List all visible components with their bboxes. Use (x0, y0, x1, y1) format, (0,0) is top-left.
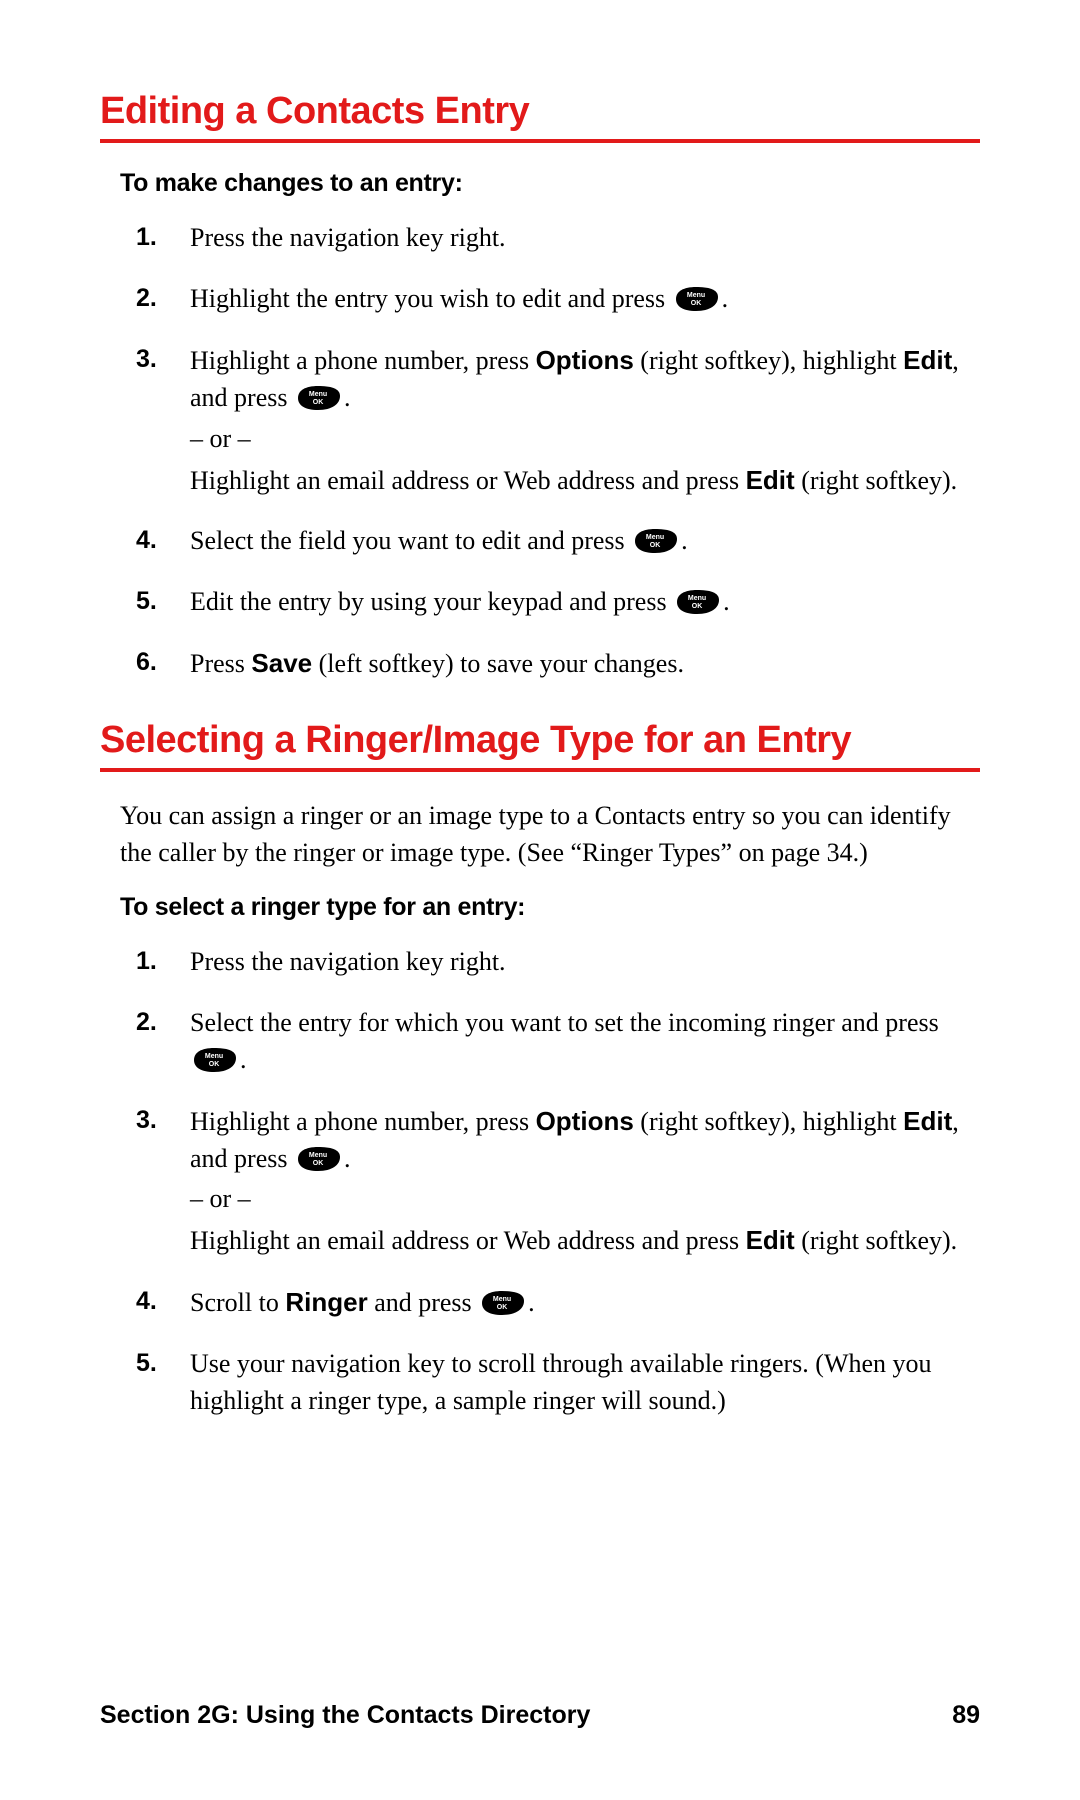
step-text: Edit the entry by using your keypad and … (190, 587, 673, 616)
step-text: . (344, 1144, 351, 1173)
page-number: 89 (952, 1701, 980, 1730)
step-5: 5.Use your navigation key to scroll thro… (136, 1346, 980, 1420)
heading-ringer-image: Selecting a Ringer/Image Type for an Ent… (100, 719, 980, 772)
step-text: and press (368, 1288, 478, 1317)
step-text: (right softkey), highlight (634, 346, 903, 375)
step-text: . (681, 526, 688, 555)
step-text: Select the entry for which you want to s… (190, 1008, 939, 1037)
menu-ok-key-icon (675, 588, 721, 616)
steps-ringer: 1.Press the navigation key right. 2.Sele… (136, 944, 980, 1420)
or-separator: – or – (190, 421, 980, 458)
heading-editing-contacts: Editing a Contacts Entry (100, 90, 980, 143)
step-text: . (528, 1288, 535, 1317)
step-4: 4.Select the field you want to edit and … (136, 523, 980, 560)
page-footer: Section 2G: Using the Contacts Directory… (100, 1701, 980, 1730)
step-text: (left softkey) to save your changes. (312, 649, 684, 678)
step-text: . (240, 1045, 247, 1074)
step-text: Highlight the entry you wish to edit and… (190, 284, 672, 313)
subheading-select-ringer: To select a ringer type for an entry: (120, 893, 980, 922)
step-text: Press (190, 649, 251, 678)
options-label: Options (536, 345, 634, 375)
edit-label: Edit (746, 1225, 795, 1255)
subheading-make-changes: To make changes to an entry: (120, 169, 980, 198)
step-text: Highlight a phone number, press (190, 346, 536, 375)
menu-ok-key-icon (192, 1046, 238, 1074)
step-5: 5.Edit the entry by using your keypad an… (136, 584, 980, 621)
step-text: (right softkey), highlight (634, 1107, 903, 1136)
edit-label: Edit (746, 465, 795, 495)
step-text: (right softkey). (795, 466, 957, 495)
step-1: 1.Press the navigation key right. (136, 944, 980, 981)
step-text: Select the field you want to edit and pr… (190, 526, 631, 555)
step-text: . (723, 587, 730, 616)
or-separator: – or – (190, 1181, 980, 1218)
save-label: Save (251, 648, 312, 678)
footer-section-label: Section 2G: Using the Contacts Directory (100, 1701, 590, 1730)
step-1: 1.Press the navigation key right. (136, 220, 980, 257)
step-text: . (344, 383, 351, 412)
step-text: Press the navigation key right. (190, 223, 506, 252)
step-text: (right softkey). (795, 1226, 957, 1255)
ringer-label: Ringer (285, 1287, 367, 1317)
steps-editing: 1.Press the navigation key right. 2.High… (136, 220, 980, 683)
step-2: 2.Highlight the entry you wish to edit a… (136, 281, 980, 318)
step-2: 2.Select the entry for which you want to… (136, 1005, 980, 1079)
menu-ok-key-icon (674, 285, 720, 313)
step-text: Highlight an email address or Web addres… (190, 466, 746, 495)
step-text: Press the navigation key right. (190, 947, 506, 976)
edit-label: Edit (903, 345, 952, 375)
step-text: . (722, 284, 729, 313)
step-3: 3.Highlight a phone number, press Option… (136, 1103, 980, 1261)
intro-paragraph: You can assign a ringer or an image type… (120, 798, 980, 871)
step-6: 6.Press Save (left softkey) to save your… (136, 645, 980, 683)
menu-ok-key-icon (296, 1145, 342, 1173)
menu-ok-key-icon (296, 384, 342, 412)
options-label: Options (536, 1106, 634, 1136)
step-3: 3.Highlight a phone number, press Option… (136, 342, 980, 500)
menu-ok-key-icon (480, 1289, 526, 1317)
step-text: Highlight a phone number, press (190, 1107, 536, 1136)
step-4: 4.Scroll to Ringer and press . (136, 1284, 980, 1322)
menu-ok-key-icon (633, 527, 679, 555)
step-text: Highlight an email address or Web addres… (190, 1226, 746, 1255)
step-text: Scroll to (190, 1288, 285, 1317)
edit-label: Edit (903, 1106, 952, 1136)
step-text: Use your navigation key to scroll throug… (190, 1349, 932, 1415)
